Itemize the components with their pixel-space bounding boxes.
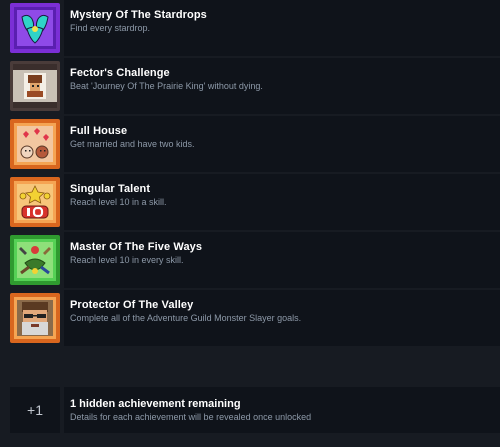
achievement-title: Singular Talent: [70, 183, 151, 195]
achievement-description: Get married and have two kids.: [70, 139, 195, 149]
hidden-achievement-description: Details for each achievement will be rev…: [70, 412, 312, 422]
stardrop-icon: [10, 3, 60, 53]
achievement-row-stardrops[interactable]: Mystery Of The Stardrops Find every star…: [0, 0, 500, 56]
achievement-card: Fector's Challenge Beat 'Journey Of The …: [64, 58, 500, 114]
achievement-description: Complete all of the Adventure Guild Mons…: [70, 313, 302, 323]
achievement-card: Protector Of The Valley Complete all of …: [64, 290, 500, 346]
achievement-row-singular-talent[interactable]: Singular Talent Reach level 10 in a skil…: [0, 174, 500, 230]
achievement-title: Protector Of The Valley: [70, 299, 194, 311]
hidden-achievement-title: 1 hidden achievement remaining: [70, 398, 241, 410]
achievement-list: Mystery Of The Stardrops Find every star…: [0, 0, 500, 447]
achievement-title: Full House: [70, 125, 128, 137]
achievement-title: Mystery Of The Stardrops: [70, 9, 207, 21]
prairie-king-icon: [10, 61, 60, 111]
achievement-row-full-house[interactable]: Full House Get married and have two kids…: [0, 116, 500, 172]
achievement-card: Full House Get married and have two kids…: [64, 116, 500, 172]
hidden-achievement-count: +1: [10, 387, 60, 433]
level-ten-icon: [10, 177, 60, 227]
achievement-row-five-ways[interactable]: Master Of The Five Ways Reach level 10 i…: [0, 232, 500, 288]
achievement-description: Reach level 10 in every skill.: [70, 255, 184, 265]
achievement-card: Singular Talent Reach level 10 in a skil…: [64, 174, 500, 230]
family-hearts-icon: [10, 119, 60, 169]
achievement-title: Fector's Challenge: [70, 67, 170, 79]
gil-portrait-icon: [10, 293, 60, 343]
achievement-row-fectors-challenge[interactable]: Fector's Challenge Beat 'Journey Of The …: [0, 58, 500, 114]
five-ways-icon: [10, 235, 60, 285]
hidden-achievement-card: 1 hidden achievement remaining Details f…: [64, 387, 500, 433]
achievement-card: Mystery Of The Stardrops Find every star…: [64, 0, 500, 56]
achievement-title: Master Of The Five Ways: [70, 241, 203, 253]
achievement-description: Reach level 10 in a skill.: [70, 197, 167, 207]
achievement-description: Beat 'Journey Of The Prairie King' witho…: [70, 81, 263, 91]
achievement-card: Master Of The Five Ways Reach level 10 i…: [64, 232, 500, 288]
achievement-row-protector[interactable]: Protector Of The Valley Complete all of …: [0, 290, 500, 346]
achievement-description: Find every stardrop.: [70, 23, 151, 33]
